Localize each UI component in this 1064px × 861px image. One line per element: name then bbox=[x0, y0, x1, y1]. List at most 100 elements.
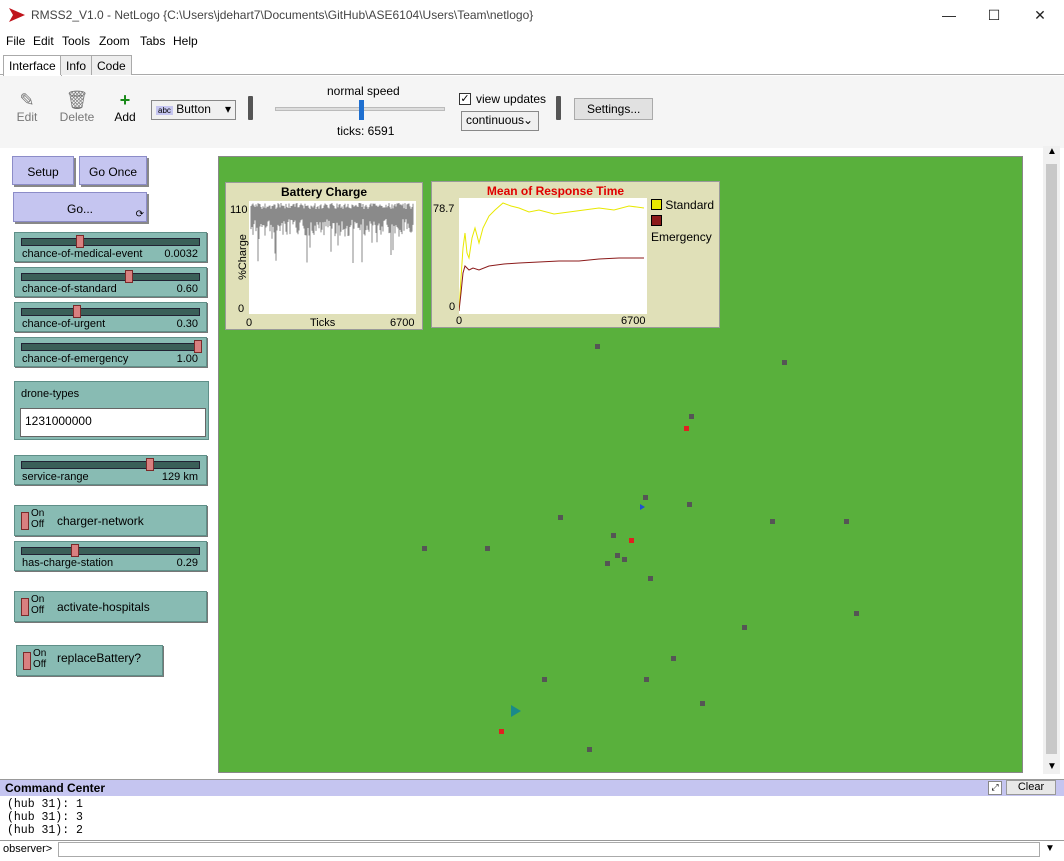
hub-agent bbox=[558, 515, 563, 520]
update-mode-select[interactable]: continuous ⌄ bbox=[461, 111, 539, 131]
hub-agent bbox=[605, 561, 610, 566]
scrollbar-thumb[interactable] bbox=[1046, 164, 1057, 754]
hub-agent bbox=[689, 414, 694, 419]
widget-type-select[interactable]: abc Button ▾ bbox=[151, 100, 236, 120]
go-once-button[interactable]: Go Once bbox=[79, 156, 147, 185]
view-updates-checkbox[interactable]: ✓ bbox=[459, 93, 471, 105]
menu-edit[interactable]: Edit bbox=[33, 34, 54, 48]
slider-thumb[interactable] bbox=[71, 544, 80, 557]
slider-has-charge-station[interactable]: has-charge-station 0.29 bbox=[14, 541, 207, 571]
drone-types-input-widget: drone-types 1231000000 bbox=[14, 381, 209, 440]
plot-y-max: 110 bbox=[230, 204, 248, 216]
plot-title: Mean of Response Time bbox=[486, 184, 625, 198]
hub-agent bbox=[644, 677, 649, 682]
hub-agent bbox=[844, 519, 849, 524]
widget-type-value: Button bbox=[176, 102, 211, 116]
drone-types-field[interactable]: 1231000000 bbox=[20, 408, 206, 437]
slider-chance-of-emergency[interactable]: chance-of-emergency 1.00 bbox=[14, 337, 207, 367]
command-center-header: Command Center ⤢ Clear bbox=[0, 779, 1064, 796]
emergency-agent bbox=[684, 426, 689, 431]
vertical-scrollbar[interactable]: ▲ ▼ bbox=[1043, 146, 1060, 774]
switch-label: replaceBattery? bbox=[57, 651, 142, 665]
scroll-up-icon[interactable]: ▲ bbox=[1047, 146, 1057, 157]
output-line: (hub 31): 3 bbox=[7, 811, 83, 824]
hub-agent bbox=[615, 553, 620, 558]
tab-code[interactable]: Code bbox=[91, 55, 132, 75]
button-widget-icon: abc bbox=[156, 106, 173, 115]
speed-label: normal speed bbox=[327, 84, 400, 98]
slider-track[interactable] bbox=[21, 461, 200, 469]
plot-title: Battery Charge bbox=[280, 185, 368, 199]
menu-help[interactable]: Help bbox=[173, 34, 198, 48]
go-forever-button[interactable]: Go... ⟳ bbox=[13, 192, 147, 222]
menu-file[interactable]: File bbox=[6, 34, 25, 48]
add-tool[interactable]: + Add bbox=[110, 90, 140, 124]
edit-tool[interactable]: ✎ Edit bbox=[10, 90, 44, 124]
slider-value: 0.60 bbox=[176, 283, 198, 295]
switch-toggle[interactable] bbox=[21, 598, 29, 616]
slider-thumb[interactable] bbox=[72, 305, 81, 318]
expand-icon[interactable]: ⤢ bbox=[988, 781, 1002, 795]
maximize-button[interactable]: ☐ bbox=[971, 0, 1017, 31]
switch-charger-network[interactable]: On Off charger-network bbox=[14, 505, 207, 536]
slider-track[interactable] bbox=[21, 343, 200, 351]
response-series-lines bbox=[458, 202, 645, 312]
menu-tabs[interactable]: Tabs bbox=[140, 34, 165, 48]
go-label: Go... bbox=[66, 202, 93, 216]
drone-agent bbox=[640, 504, 645, 510]
switch-activate-hospitals[interactable]: On Off activate-hospitals bbox=[14, 591, 207, 622]
plot-x-min: 0 bbox=[246, 317, 253, 329]
minimize-button[interactable]: — bbox=[926, 0, 972, 31]
close-button[interactable]: ✕ bbox=[1017, 0, 1063, 31]
hub-agent bbox=[782, 360, 787, 365]
command-input[interactable] bbox=[58, 842, 1040, 857]
clear-button[interactable]: Clear bbox=[1006, 780, 1056, 795]
pencil-icon: ✎ bbox=[19, 90, 35, 110]
slider-thumb[interactable] bbox=[124, 270, 133, 283]
slider-value: 0.29 bbox=[176, 557, 198, 569]
legend-item-standard: Standard bbox=[651, 197, 719, 213]
plot-y-min: 0 bbox=[449, 301, 456, 313]
slider-service-range[interactable]: service-range 129 km bbox=[14, 455, 207, 485]
drone-types-label: drone-types bbox=[21, 388, 80, 400]
tab-info[interactable]: Info bbox=[60, 55, 93, 75]
plus-icon: + bbox=[119, 90, 131, 110]
menu-tools[interactable]: Tools bbox=[62, 34, 90, 48]
setup-button[interactable]: Setup bbox=[12, 156, 74, 185]
command-input-row: observer> ▼ bbox=[0, 840, 1064, 858]
slider-thumb[interactable] bbox=[145, 458, 154, 471]
slider-chance-of-urgent[interactable]: chance-of-urgent 0.30 bbox=[14, 302, 207, 332]
menu-zoom[interactable]: Zoom bbox=[99, 34, 130, 48]
slider-chance-of-medical-event[interactable]: chance-of-medical-event 0.0032 bbox=[14, 232, 207, 262]
slider-track[interactable] bbox=[21, 547, 200, 555]
plot-battery-charge: Battery Charge %Charge 110 0 0 Ticks 670… bbox=[225, 182, 423, 330]
drone-agent bbox=[511, 705, 521, 717]
speed-slider[interactable] bbox=[275, 100, 445, 120]
slider-value: 1.00 bbox=[176, 353, 198, 365]
plot-x-label: Ticks bbox=[310, 317, 336, 329]
world-view[interactable]: Battery Charge %Charge 110 0 0 Ticks 670… bbox=[218, 156, 1023, 773]
observer-prompt[interactable]: observer> bbox=[3, 843, 52, 855]
trash-icon: 🗑 bbox=[65, 90, 89, 110]
slider-track[interactable] bbox=[21, 238, 200, 246]
slider-thumb[interactable] bbox=[194, 340, 202, 353]
ticks-counter: ticks: 6591 bbox=[337, 124, 395, 138]
switch-toggle[interactable] bbox=[23, 652, 31, 670]
delete-label: Delete bbox=[59, 110, 95, 124]
switch-label: charger-network bbox=[57, 514, 144, 528]
settings-button[interactable]: Settings... bbox=[574, 98, 654, 120]
scroll-down-icon[interactable]: ▼ bbox=[1047, 761, 1057, 772]
forever-icon: ⟳ bbox=[135, 209, 144, 220]
switch-toggle[interactable] bbox=[21, 512, 29, 530]
delete-tool[interactable]: 🗑 Delete bbox=[58, 90, 96, 124]
slider-track[interactable] bbox=[21, 273, 200, 281]
history-dropdown-icon[interactable]: ▼ bbox=[1045, 843, 1055, 854]
switch-replace-battery[interactable]: On Off replaceBattery? bbox=[16, 645, 163, 676]
tab-interface[interactable]: Interface bbox=[3, 55, 62, 76]
slider-track[interactable] bbox=[21, 308, 200, 316]
slider-chance-of-standard[interactable]: chance-of-standard 0.60 bbox=[14, 267, 207, 297]
toolbar-separator bbox=[556, 96, 561, 120]
slider-value: 129 km bbox=[161, 471, 198, 483]
slider-thumb[interactable] bbox=[76, 235, 85, 248]
speed-slider-thumb[interactable] bbox=[358, 100, 364, 120]
